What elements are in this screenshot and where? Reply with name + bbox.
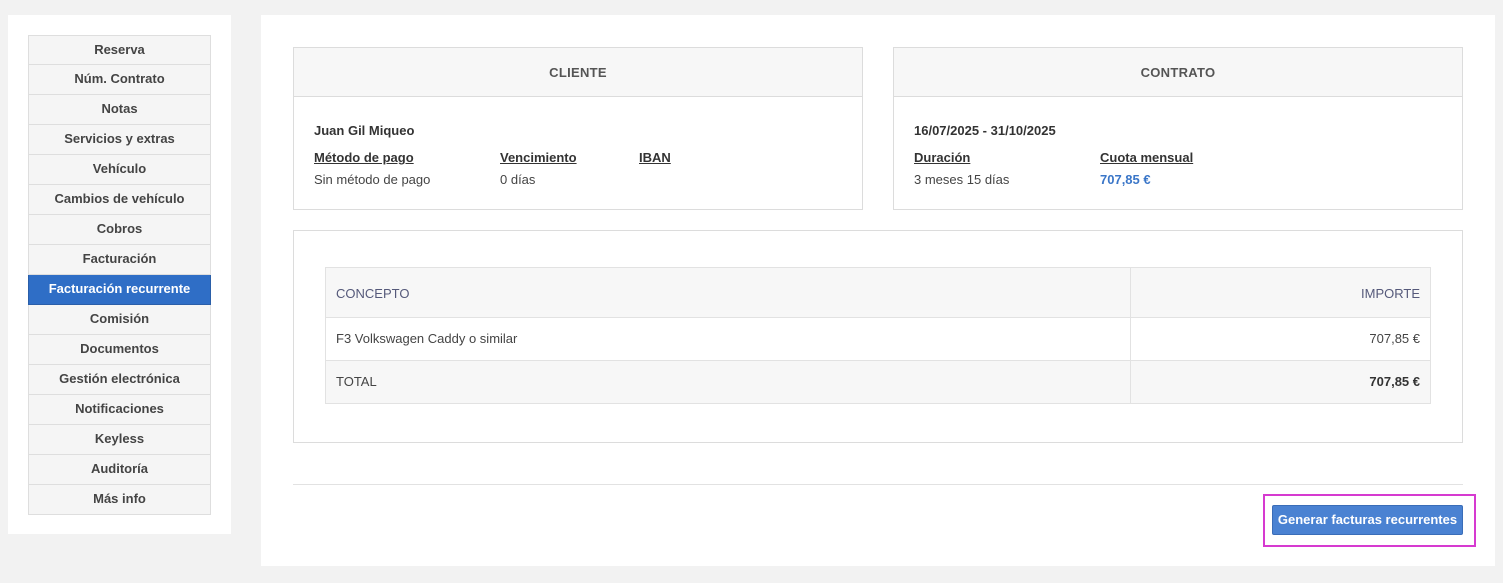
duracion-value: 3 meses 15 días — [914, 172, 1010, 187]
sidebar-item-mas-info[interactable]: Más info — [28, 485, 211, 515]
vencimiento-label: Vencimiento — [500, 150, 577, 165]
sidebar-item-documentos[interactable]: Documentos — [28, 335, 211, 365]
sidebar-item-auditoria[interactable]: Auditoría — [28, 455, 211, 485]
client-name: Juan Gil Miqueo — [314, 123, 415, 138]
sidebar-nav: Reserva Núm. Contrato Notas Servicios y … — [28, 35, 211, 515]
total-label: TOTAL — [326, 361, 1131, 403]
table-row: F3 Volkswagen Caddy o similar 707,85 € — [326, 317, 1430, 360]
cliente-card: CLIENTE Juan Gil Miqueo Método de pago V… — [293, 47, 863, 210]
sidebar-item-num-contrato[interactable]: Núm. Contrato — [28, 65, 211, 95]
sidebar-item-cambios-vehiculo[interactable]: Cambios de vehículo — [28, 185, 211, 215]
duracion-label: Duración — [914, 150, 971, 165]
table-header-row: CONCEPTO IMPORTE — [326, 268, 1430, 317]
sidebar-item-facturacion-recurrente[interactable]: Facturación recurrente — [28, 275, 211, 305]
invoice-table: CONCEPTO IMPORTE F3 Volkswagen Caddy o s… — [325, 267, 1431, 404]
sidebar-item-notificaciones[interactable]: Notificaciones — [28, 395, 211, 425]
generate-recurring-invoices-button[interactable]: Generar facturas recurrentes — [1272, 505, 1463, 535]
concepto-cell: F3 Volkswagen Caddy o similar — [326, 318, 1131, 360]
cuota-mensual-value: 707,85 € — [1100, 172, 1151, 187]
sidebar-item-comision[interactable]: Comisión — [28, 305, 211, 335]
footer-divider — [293, 484, 1463, 485]
contract-period: 16/07/2025 - 31/10/2025 — [914, 123, 1056, 138]
sidebar-item-vehiculo[interactable]: Vehículo — [28, 155, 211, 185]
importe-header: IMPORTE — [1361, 286, 1420, 301]
main-panel: CLIENTE Juan Gil Miqueo Método de pago V… — [261, 15, 1495, 566]
invoice-table-card: CONCEPTO IMPORTE F3 Volkswagen Caddy o s… — [293, 230, 1463, 443]
cliente-card-title: CLIENTE — [294, 48, 862, 97]
sidebar-panel: Reserva Núm. Contrato Notas Servicios y … — [8, 15, 231, 534]
cliente-card-body: Juan Gil Miqueo Método de pago Vencimien… — [294, 97, 862, 209]
metodo-pago-value: Sin método de pago — [314, 172, 431, 187]
sidebar-item-cobros[interactable]: Cobros — [28, 215, 211, 245]
sidebar-item-servicios-extras[interactable]: Servicios y extras — [28, 125, 211, 155]
table-total-row: TOTAL 707,85 € — [326, 360, 1430, 403]
importe-cell: 707,85 € — [1369, 331, 1420, 346]
total-value: 707,85 € — [1369, 374, 1420, 389]
vencimiento-value: 0 días — [500, 172, 536, 187]
metodo-pago-label: Método de pago — [314, 150, 414, 165]
contrato-card-body: 16/07/2025 - 31/10/2025 Duración Cuota m… — [894, 97, 1462, 209]
sidebar-item-facturacion[interactable]: Facturación — [28, 245, 211, 275]
sidebar-item-keyless[interactable]: Keyless — [28, 425, 211, 455]
sidebar-item-reserva[interactable]: Reserva — [28, 35, 211, 65]
sidebar-item-gestion-electronica[interactable]: Gestión electrónica — [28, 365, 211, 395]
contrato-card-title: CONTRATO — [894, 48, 1462, 97]
iban-label: IBAN — [639, 150, 671, 165]
cuota-mensual-label: Cuota mensual — [1100, 150, 1194, 165]
contrato-card: CONTRATO 16/07/2025 - 31/10/2025 Duració… — [893, 47, 1463, 210]
sidebar-item-notas[interactable]: Notas — [28, 95, 211, 125]
concepto-header: CONCEPTO — [326, 268, 1131, 317]
